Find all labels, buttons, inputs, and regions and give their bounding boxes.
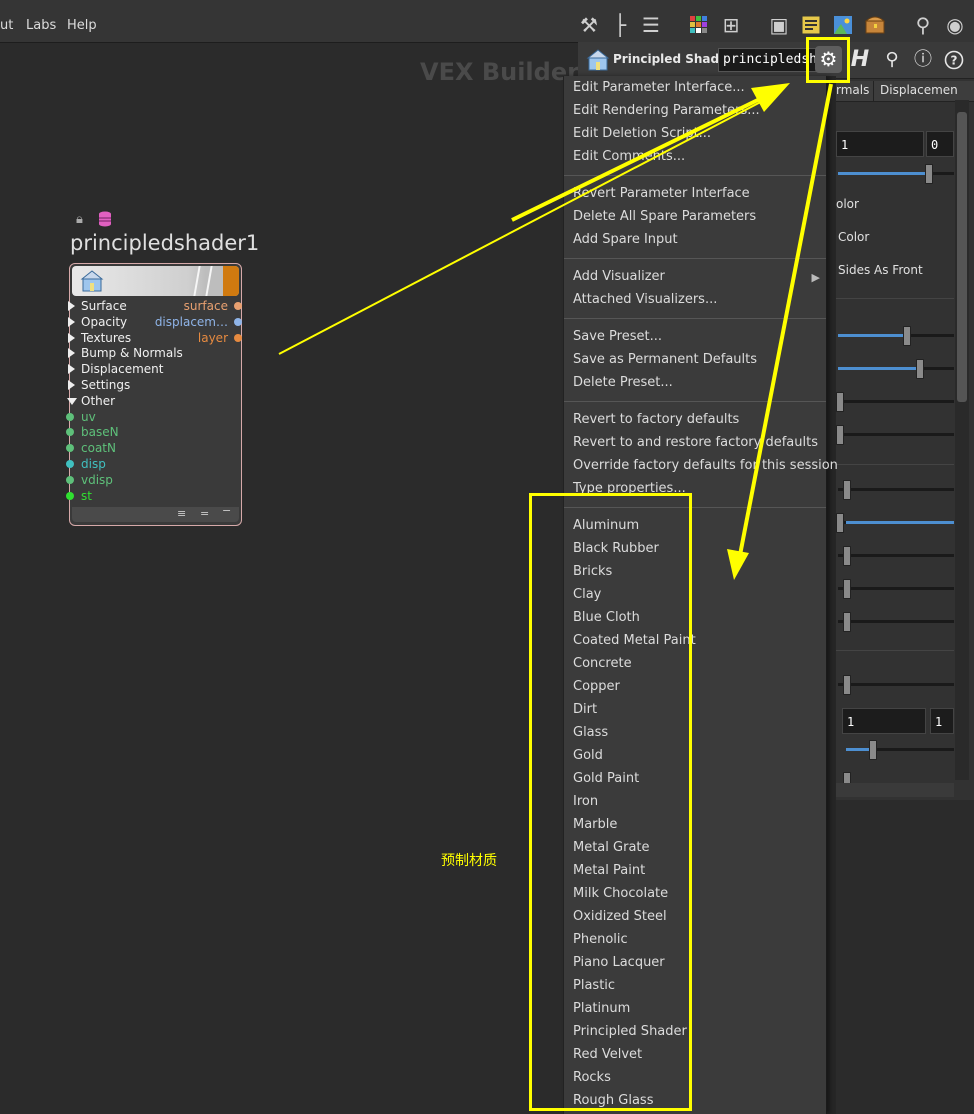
presets-highlight-box <box>529 493 692 1111</box>
annotation-arrow-shaft <box>511 93 769 222</box>
annotation-arrow-line <box>278 95 773 355</box>
preset-materials-caption: 预制材质 <box>441 853 497 869</box>
annotation-arrow-shaft <box>738 83 833 556</box>
gear-highlight-box <box>806 37 850 83</box>
annotation-arrowhead <box>751 83 790 112</box>
annotation-arrowhead <box>727 549 749 580</box>
annotation-arrows <box>278 83 833 580</box>
